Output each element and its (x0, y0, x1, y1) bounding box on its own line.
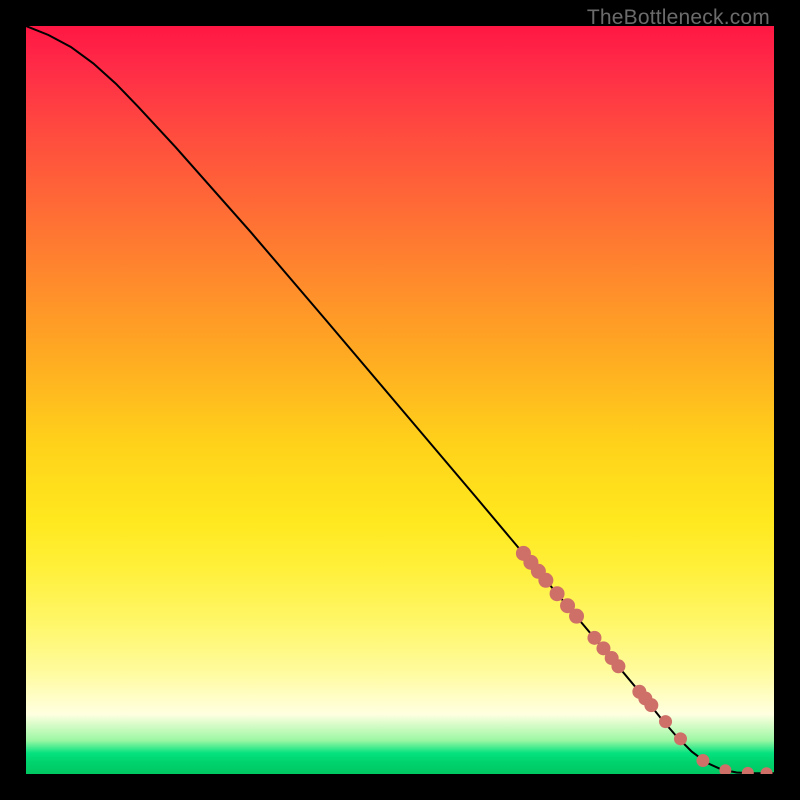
chart-gradient-bg (26, 26, 774, 774)
attribution-label: TheBottleneck.com (587, 6, 770, 30)
